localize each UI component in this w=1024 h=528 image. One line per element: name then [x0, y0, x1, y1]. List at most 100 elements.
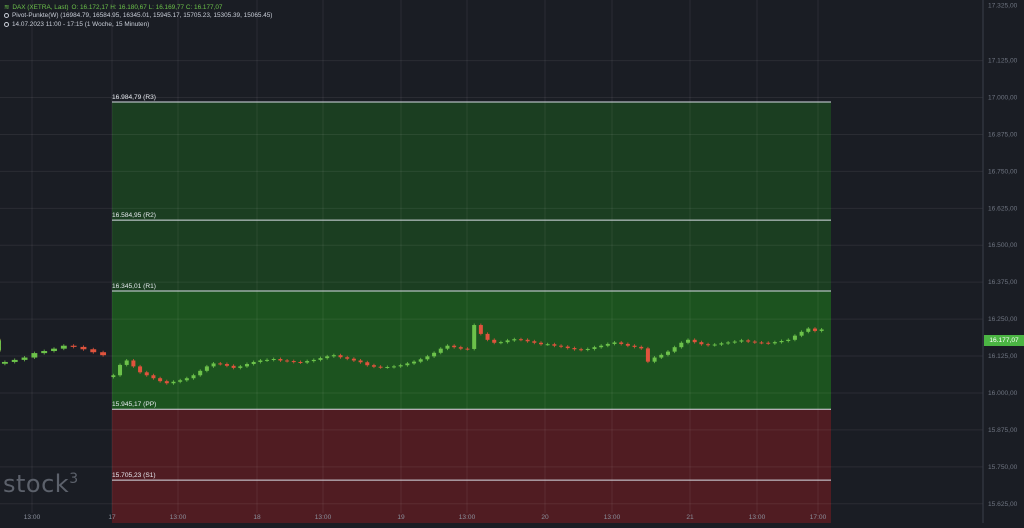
y-tick-label: 16.500,00	[988, 242, 1018, 249]
candle-body	[458, 347, 463, 349]
candle-body	[612, 342, 617, 344]
candle-body	[171, 381, 176, 384]
pivot-label: 15.705,23 (S1)	[112, 472, 156, 479]
candle-body	[331, 355, 336, 357]
x-tick-label: 13:00	[749, 514, 766, 521]
candle-body	[679, 342, 684, 348]
candle-body	[124, 360, 129, 365]
candle-body	[378, 366, 383, 368]
candle-body	[358, 360, 363, 363]
candle-body	[338, 355, 343, 358]
candle-body	[325, 356, 330, 359]
candle-body	[752, 341, 757, 343]
candle-body	[178, 380, 183, 382]
candle-body	[271, 359, 276, 361]
candle-body	[111, 375, 116, 378]
resistance-zone-upper	[112, 102, 831, 292]
candle-body	[158, 378, 163, 382]
candle-body	[21, 357, 28, 360]
candle-body	[732, 341, 737, 343]
candle-body	[652, 357, 657, 362]
candle-body	[211, 363, 216, 367]
indicator-row: Pivot-Punkte(W) (16984.79, 16584.95, 163…	[4, 12, 272, 19]
y-tick-label: 16.125,00	[988, 353, 1018, 360]
chart-area[interactable]: 16.984,79 (R3) 16.584,95 (R2) 16.345,01 (R…	[0, 0, 1024, 523]
candle-body	[592, 347, 597, 349]
period-row: 14.07.2023 11:00 - 17:15 (1 Woche, 15 Mi…	[4, 21, 149, 28]
symbol-name[interactable]: DAX (XETRA, Last)	[12, 4, 68, 11]
candle-body	[398, 365, 403, 367]
candle-body	[518, 339, 523, 341]
candle-body	[285, 360, 290, 362]
candle-body	[812, 328, 817, 331]
indicator-dot-icon	[4, 13, 9, 18]
clock-icon	[4, 22, 9, 27]
candle-body	[298, 361, 303, 363]
price-chart[interactable]: 16.984,79 (R3) 16.584,95 (R2) 16.345,01 (R…	[0, 0, 1024, 523]
y-tick-label: 16.000,00	[988, 390, 1018, 397]
candle-body	[305, 361, 310, 363]
candle-body	[412, 361, 417, 364]
indicator-values[interactable]: Pivot-Punkte(W) (16984.79, 16584.95, 163…	[12, 12, 272, 19]
y-tick-label: 16.250,00	[988, 316, 1018, 323]
candle-body	[759, 342, 764, 344]
candle-body	[51, 348, 57, 352]
logo-text: stock	[3, 470, 70, 498]
y-tick-label: 16.750,00	[988, 168, 1018, 175]
candle-body	[599, 345, 604, 348]
y-tick-label: 15.875,00	[988, 427, 1018, 434]
candle-body	[672, 347, 677, 352]
y-tick-label: 17.000,00	[988, 95, 1018, 102]
candle-body	[311, 359, 316, 362]
candle-body	[258, 360, 263, 362]
candle-body	[559, 345, 564, 347]
candle-body	[465, 348, 470, 350]
candle-body	[244, 364, 249, 367]
y-tick-label: 15.750,00	[988, 464, 1018, 471]
candle-body	[472, 325, 477, 349]
candle-body	[585, 348, 590, 350]
candle-body	[632, 345, 637, 347]
candle-body	[772, 342, 777, 344]
stock3-logo: stock3	[3, 470, 79, 498]
candle-body	[351, 358, 356, 361]
candle-body	[151, 375, 156, 379]
candle-body	[204, 366, 209, 371]
candle-body	[639, 346, 644, 349]
candle-body	[70, 345, 77, 347]
candle-body	[579, 349, 584, 351]
candle-body	[432, 352, 437, 357]
candle-body	[238, 366, 243, 368]
candle-body	[625, 343, 630, 346]
candle-body	[665, 351, 670, 355]
candle-body	[699, 342, 704, 345]
candle-body	[371, 365, 376, 367]
y-axis-panel	[983, 0, 1024, 523]
x-tick-label: 13:00	[315, 514, 332, 521]
candle-body	[80, 346, 87, 350]
candle-body	[11, 359, 18, 362]
x-tick-label: 13:00	[24, 514, 41, 521]
candle-body	[452, 345, 457, 348]
candle-body	[198, 370, 203, 376]
candle-body	[144, 372, 149, 376]
pivot-label: 16.584,95 (R2)	[112, 212, 156, 219]
candle-body	[100, 352, 107, 356]
x-tick-label: 17:00	[810, 514, 827, 521]
candle-body	[41, 351, 48, 354]
candle-body	[231, 365, 236, 368]
candle-body	[391, 366, 396, 368]
candle-body	[218, 363, 223, 365]
pivot-label: 15.945,17 (PP)	[112, 401, 156, 408]
candle-body	[184, 378, 189, 381]
candle-body	[552, 344, 557, 346]
x-tick-label: 17	[108, 514, 116, 521]
candle-body	[712, 344, 717, 346]
candle-body	[164, 381, 169, 384]
x-tick-label: 13:00	[170, 514, 187, 521]
candle-body	[605, 343, 610, 346]
period-text: 14.07.2023 11:00 - 17:15 (1 Woche, 15 Mi…	[12, 21, 150, 28]
candle-body	[545, 344, 550, 346]
y-tick-label: 16.875,00	[988, 131, 1018, 138]
candle-body	[291, 361, 296, 363]
